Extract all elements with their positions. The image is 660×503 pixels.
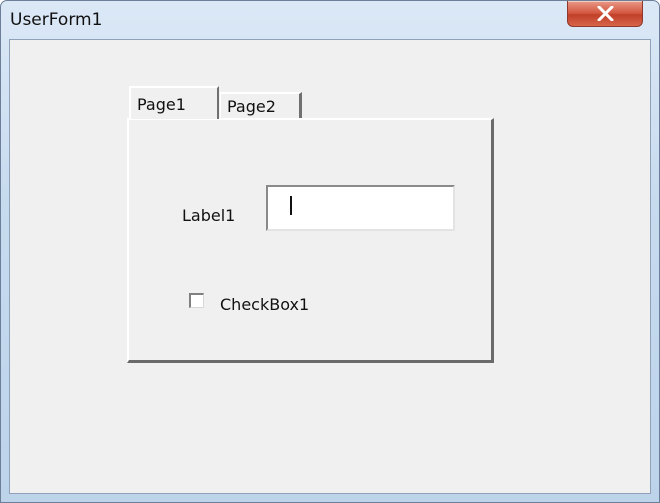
textbox1-input[interactable] bbox=[266, 185, 455, 231]
tab-page1[interactable]: Page1 bbox=[129, 86, 219, 119]
close-button[interactable] bbox=[567, 1, 643, 27]
text-cursor bbox=[290, 196, 292, 215]
close-x-icon bbox=[597, 6, 614, 21]
tab-page1-label: Page1 bbox=[137, 95, 186, 114]
checkbox1[interactable] bbox=[189, 293, 204, 308]
title-bar[interactable]: UserForm1 bbox=[1, 1, 659, 39]
tab-page2-label: Page2 bbox=[227, 97, 276, 116]
tab-page2[interactable]: Page2 bbox=[220, 92, 302, 119]
multipage-panel bbox=[127, 118, 494, 363]
window-title: UserForm1 bbox=[10, 10, 103, 30]
label1: Label1 bbox=[182, 206, 236, 225]
checkbox1-label[interactable]: CheckBox1 bbox=[220, 295, 309, 314]
